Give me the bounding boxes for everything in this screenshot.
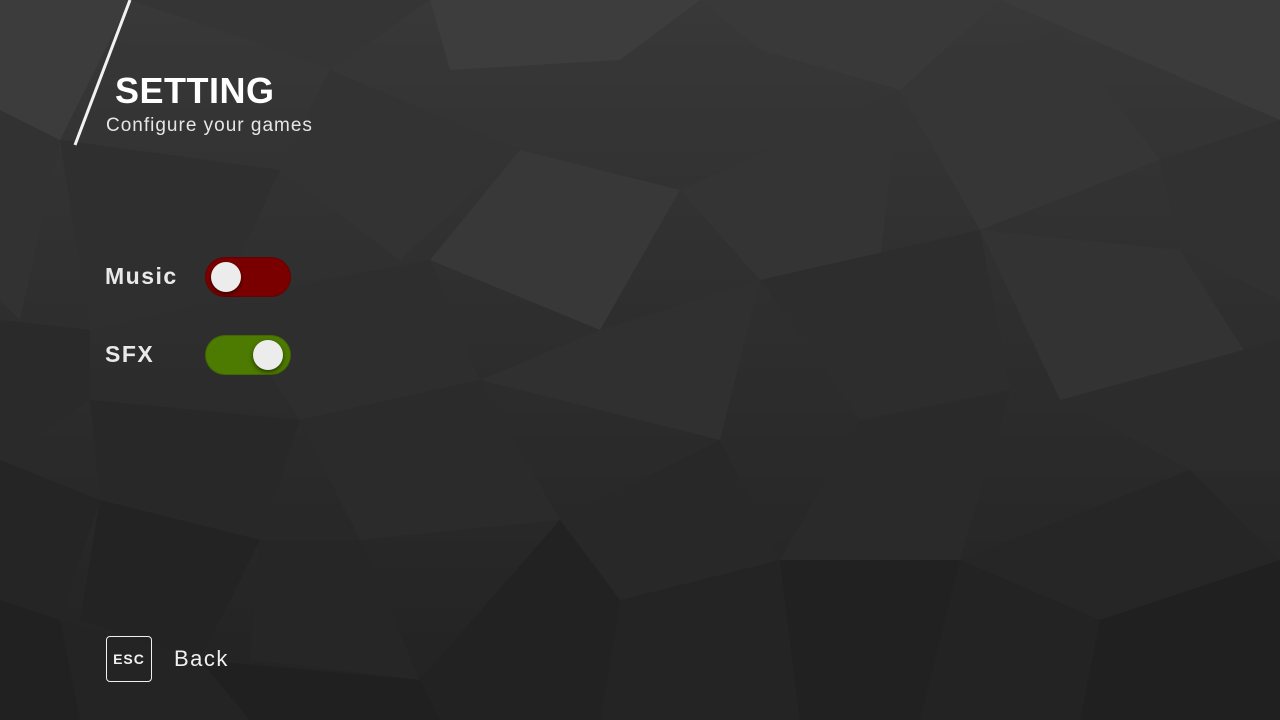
music-toggle-knob xyxy=(211,262,241,292)
sfx-toggle-knob xyxy=(253,340,283,370)
sfx-toggle[interactable] xyxy=(205,335,291,375)
music-toggle[interactable] xyxy=(205,257,291,297)
music-label: Music xyxy=(105,263,178,289)
back-button[interactable]: ESC Back xyxy=(106,636,246,682)
sfx-label: SFX xyxy=(105,341,155,367)
page-subtitle: Configure your games xyxy=(106,115,313,136)
setting-row-sfx: SFX xyxy=(105,335,305,375)
back-label: Back xyxy=(174,646,229,671)
esc-key-icon: ESC xyxy=(106,636,152,682)
setting-row-music: Music xyxy=(105,257,305,297)
settings-screen: SETTING Configure your games Music SFX E… xyxy=(0,0,1280,720)
page-title: SETTING xyxy=(115,70,275,111)
